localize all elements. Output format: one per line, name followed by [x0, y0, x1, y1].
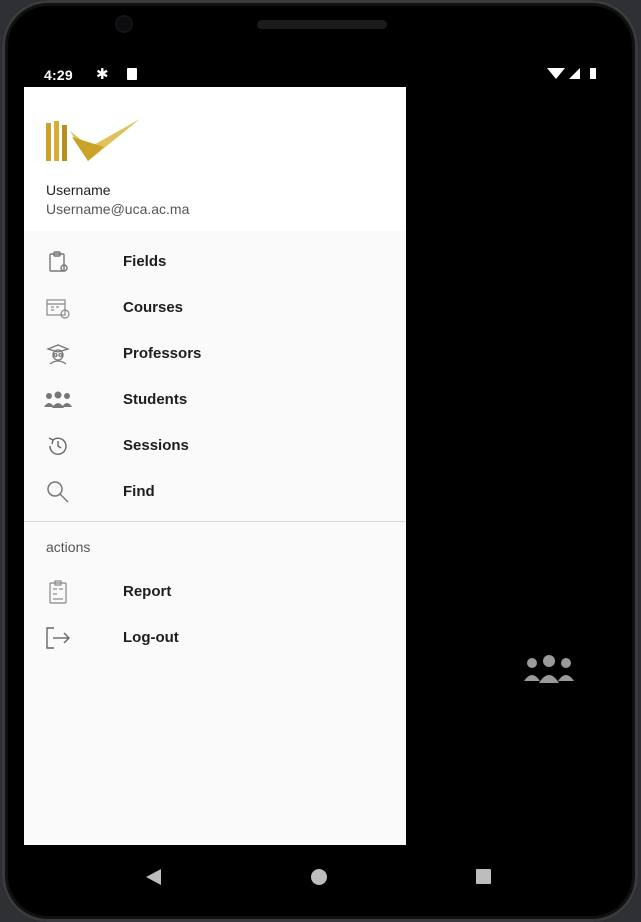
status-indicators — [547, 68, 596, 79]
calendar-clock-icon — [44, 294, 72, 322]
status-time: 4:29 — [44, 67, 73, 83]
menu-item-students[interactable]: Students — [24, 377, 406, 423]
report-icon — [44, 578, 72, 606]
earpiece-speaker — [257, 20, 387, 29]
menu-item-label: Fields — [123, 253, 167, 270]
front-camera — [117, 17, 131, 31]
navigation-drawer: Username Username@uca.ac.ma Fields Cours… — [24, 87, 406, 845]
menu-item-courses[interactable]: Courses — [24, 285, 406, 331]
menu-item-find[interactable]: Find — [24, 469, 406, 515]
menu-item-professors[interactable]: Professors — [24, 331, 406, 377]
menu-item-label: Find — [123, 483, 155, 500]
system-nav-bar — [24, 845, 618, 908]
drawer-divider — [24, 521, 406, 522]
settings-gear-icon: ✱ — [96, 66, 109, 83]
battery-icon — [590, 68, 596, 79]
clipboard-icon — [44, 248, 72, 276]
screen: 4:29 ✱ Username Username@uca.ac.ma Field… — [24, 60, 618, 908]
menu-item-report[interactable]: Report — [24, 569, 406, 615]
drawer-username: Username — [46, 182, 111, 198]
professor-icon — [44, 340, 72, 368]
logout-icon — [44, 624, 72, 652]
menu-item-label: Report — [123, 583, 172, 600]
menu-item-log-out[interactable]: Log-out — [24, 615, 406, 661]
phone-frame: 4:29 ✱ Username Username@uca.ac.ma Field… — [2, 0, 638, 922]
search-icon — [44, 478, 72, 506]
back-icon[interactable] — [146, 869, 161, 885]
menu-item-label: Professors — [123, 345, 202, 362]
menu-item-label: Log-out — [123, 629, 179, 646]
home-icon[interactable] — [311, 869, 327, 885]
menu-item-fields[interactable]: Fields — [24, 239, 406, 285]
menu-item-label: Students — [123, 391, 188, 408]
recent-apps-icon[interactable] — [476, 869, 491, 884]
students-group-icon-background — [524, 655, 574, 683]
menu-item-label: Sessions — [123, 437, 189, 454]
menu-item-sessions[interactable]: Sessions — [24, 423, 406, 469]
drawer-email: Username@uca.ac.ma — [46, 201, 190, 217]
sim-card-icon — [127, 68, 137, 80]
drawer-header: Username Username@uca.ac.ma — [24, 87, 406, 231]
wifi-icon — [547, 68, 565, 79]
cell-signal-icon — [569, 68, 580, 79]
students-group-icon — [44, 386, 72, 414]
app-logo — [46, 119, 140, 161]
menu-item-label: Courses — [123, 299, 184, 316]
history-clock-icon — [44, 432, 72, 460]
section-label-actions: actions — [46, 539, 91, 555]
status-bar: 4:29 ✱ — [24, 60, 618, 88]
